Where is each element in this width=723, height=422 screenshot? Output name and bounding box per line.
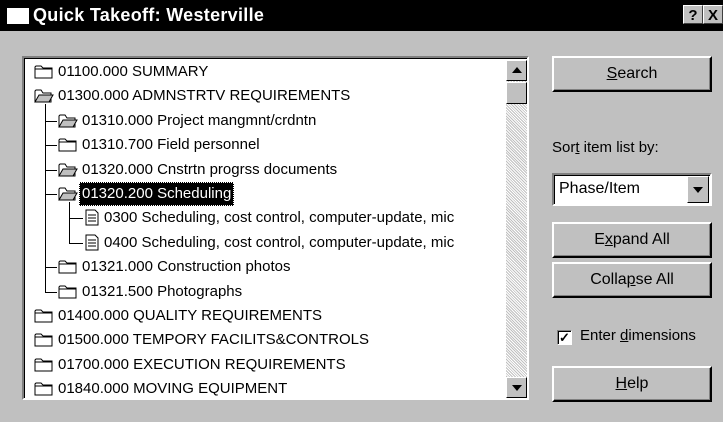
tree-item[interactable]: 01320.200 Scheduling bbox=[24, 182, 504, 206]
tree-item[interactable]: 01700.000 EXECUTION REQUIREMENTS bbox=[24, 353, 504, 377]
chevron-down-icon bbox=[693, 187, 703, 193]
tree-connector bbox=[69, 242, 83, 244]
close-button[interactable]: X bbox=[703, 5, 723, 24]
help-button[interactable]: Help bbox=[552, 366, 712, 402]
tree-connector bbox=[45, 104, 46, 292]
window-title: Quick Takeoff: Westerville bbox=[33, 5, 265, 25]
sort-dropdown-button[interactable] bbox=[687, 176, 709, 203]
tree-item[interactable]: 01310.700 Field personnel bbox=[24, 133, 504, 157]
tree-item[interactable]: 0300 Scheduling, cost control, computer-… bbox=[24, 206, 504, 230]
tree-item[interactable]: 01100.000 SUMMARY bbox=[24, 60, 504, 84]
sort-select-value: Phase/Item bbox=[559, 180, 640, 197]
tree-item-label: 01300.000 ADMNSTRTV REQUIREMENTS bbox=[58, 87, 351, 105]
item-tree-list[interactable]: 01100.000 SUMMARY 01300.000 ADMNSTRTV REQ… bbox=[22, 56, 529, 400]
tree-connector bbox=[45, 291, 57, 293]
search-button[interactable]: Search bbox=[552, 56, 712, 92]
window-icon bbox=[7, 8, 29, 24]
tree-item[interactable]: 01840.000 MOVING EQUIPMENT bbox=[24, 377, 504, 398]
tree-item-label: 01310.000 Project mangmnt/crdntn bbox=[82, 111, 317, 129]
tree-item-label: 01100.000 SUMMARY bbox=[58, 63, 209, 80]
tree-connector bbox=[69, 218, 83, 220]
tree-item[interactable]: 0400 Scheduling, cost control, computer-… bbox=[24, 231, 504, 255]
tree-item-label: 0300 Scheduling, cost control, computer-… bbox=[104, 209, 455, 227]
tree-item-label: 01310.700 Field personnel bbox=[82, 136, 260, 154]
search-button-label: earch bbox=[617, 65, 658, 82]
enter-dimensions-label: Enter dimensions bbox=[580, 327, 696, 344]
title-bar: Quick Takeoff: Westerville ? X bbox=[0, 0, 723, 31]
tree-item[interactable]: 01320.000 Cnstrtn progrss documents bbox=[24, 158, 504, 182]
tree-item[interactable]: 01321.500 Photographs bbox=[24, 280, 504, 304]
up-arrow-icon bbox=[512, 67, 522, 73]
scroll-up-button[interactable] bbox=[506, 60, 527, 81]
tree-connector bbox=[45, 194, 57, 195]
vertical-scrollbar[interactable] bbox=[506, 60, 527, 398]
tree-item[interactable]: 01500.000 TEMPORY FACILITS&CONTROLS bbox=[24, 328, 504, 352]
tree-item-label: 0400 Scheduling, cost control, computer-… bbox=[104, 233, 455, 251]
tree-connector bbox=[69, 202, 70, 243]
tree-item-label: 01320.000 Cnstrtn progrss documents bbox=[82, 160, 338, 178]
tree-item-label: 01400.000 QUALITY REQUIREMENTS bbox=[58, 307, 322, 324]
tree-connector bbox=[45, 145, 57, 147]
collapse-all-button[interactable]: Collapse All bbox=[552, 262, 712, 298]
help-title-button[interactable]: ? bbox=[683, 5, 703, 24]
scroll-down-button[interactable] bbox=[506, 377, 527, 398]
sort-select[interactable]: Phase/Item bbox=[552, 173, 712, 206]
tree-item[interactable]: 01321.000 Construction photos bbox=[24, 255, 504, 279]
tree-item-label: 01700.000 EXECUTION REQUIREMENTS bbox=[58, 355, 346, 373]
quick-takeoff-dialog: Quick Takeoff: Westerville ? X 01100.000… bbox=[0, 0, 723, 422]
tree-connector bbox=[45, 267, 57, 269]
tree-item-label: 01840.000 MOVING EQUIPMENT bbox=[58, 380, 288, 398]
tree-item[interactable]: 01400.000 QUALITY REQUIREMENTS bbox=[24, 304, 504, 328]
checkmark-icon: ✓ bbox=[559, 330, 570, 345]
tree-connector bbox=[45, 169, 57, 171]
tree-item[interactable]: 01300.000 ADMNSTRTV REQUIREMENTS bbox=[24, 84, 504, 108]
tree-connector bbox=[45, 120, 57, 122]
folder-closed-icon bbox=[34, 380, 54, 398]
expand-all-button[interactable]: Expand All bbox=[552, 222, 712, 258]
tree-item-label: 01500.000 TEMPORY FACILITS&CONTROLS bbox=[58, 331, 369, 349]
scroll-thumb[interactable] bbox=[506, 82, 527, 104]
enter-dimensions-checkbox[interactable]: ✓ bbox=[557, 330, 572, 345]
down-arrow-icon bbox=[512, 385, 522, 391]
tree-item-label: 01321.500 Photographs bbox=[82, 282, 243, 300]
tree-item-label: 01320.200 Scheduling bbox=[79, 182, 235, 206]
tree-item[interactable]: 01310.000 Project mangmnt/crdntn bbox=[24, 109, 504, 133]
sort-label: Sort item list by: bbox=[552, 139, 659, 156]
tree-item-label: 01321.000 Construction photos bbox=[82, 258, 291, 276]
